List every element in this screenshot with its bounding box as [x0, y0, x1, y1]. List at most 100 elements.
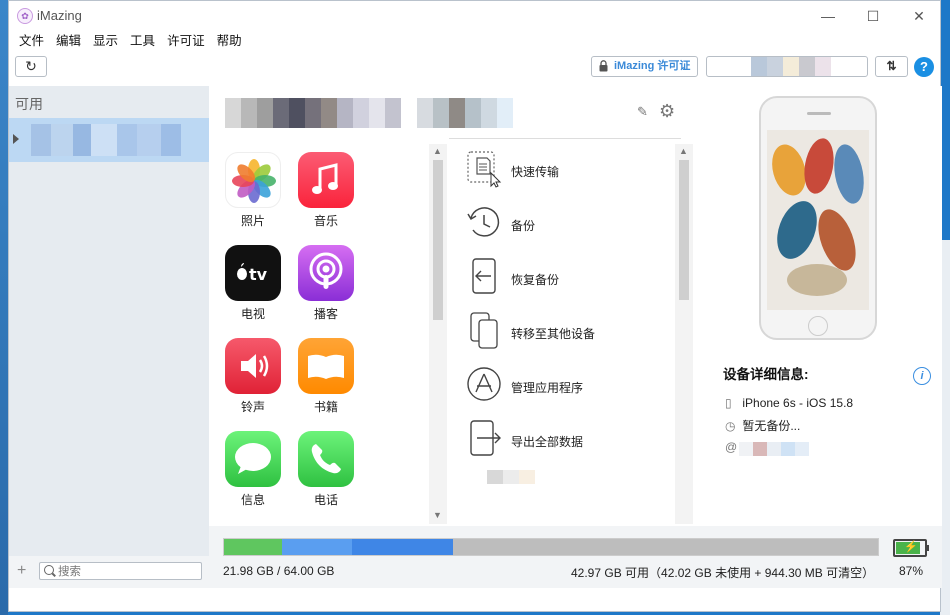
- redacted-action-item[interactable]: [465, 470, 673, 500]
- app-tv[interactable]: tv 电视: [221, 245, 285, 322]
- minimize-button[interactable]: —: [813, 5, 843, 27]
- sidebar-heading: 可用: [15, 96, 43, 112]
- charging-bolt-icon: ⚡: [904, 541, 918, 553]
- action-label: 快速传输: [511, 165, 560, 179]
- messages-icon: [225, 431, 281, 487]
- action-export-data[interactable]: 导出全部数据: [465, 414, 673, 468]
- settings-gear-icon[interactable]: ⚙: [659, 101, 675, 122]
- action-label: 备份: [511, 219, 536, 233]
- sidebar-footer: +: [9, 556, 209, 588]
- transfer-device-icon: [470, 312, 498, 349]
- action-label: 恢复备份: [511, 273, 560, 287]
- storage-free: 42.97 GB 可用（42.02 GB 未使用 + 944.30 MB 可清空…: [571, 566, 875, 580]
- scroll-down-arrow-icon[interactable]: ▼: [433, 510, 442, 520]
- app-label: 播客: [313, 307, 338, 321]
- info-icon[interactable]: i: [913, 367, 931, 385]
- device-details-title: 设备详细信息:: [723, 367, 809, 382]
- add-device-button[interactable]: +: [17, 562, 26, 580]
- photos-icon: [225, 152, 281, 208]
- battery-icon: ⚡: [893, 539, 929, 557]
- storage-used: 21.98 GB / 64.00 GB: [223, 564, 335, 578]
- app-ringtones[interactable]: 铃声: [221, 338, 285, 415]
- menu-view[interactable]: 显示: [87, 31, 124, 51]
- app-label: 书籍: [313, 400, 338, 414]
- menu-bar: 文件 编辑 显示 工具 许可证 帮助: [13, 31, 248, 51]
- music-icon: [298, 152, 354, 208]
- app-label: 信息: [240, 493, 265, 507]
- redacted-device-id: [417, 98, 513, 128]
- redacted-toolbar-button[interactable]: [706, 56, 868, 77]
- lock-icon: [599, 60, 608, 72]
- search-input[interactable]: [56, 563, 200, 581]
- app-phone[interactable]: 电话: [294, 431, 358, 508]
- backup-status-row: ◷ 暂无备份...: [725, 417, 800, 434]
- menu-tools[interactable]: 工具: [124, 31, 161, 51]
- storage-segment: [452, 539, 878, 555]
- maximize-button[interactable]: ☐: [858, 5, 888, 27]
- title-bar: ✿ iMazing — ☐ ✕: [9, 1, 940, 31]
- device-model: iPhone 6s - iOS 15.8: [742, 396, 854, 410]
- close-button[interactable]: ✕: [904, 5, 934, 27]
- menu-file[interactable]: 文件: [13, 31, 50, 51]
- app-label: 音乐: [313, 214, 338, 228]
- action-transfer-device[interactable]: 转移至其他设备: [465, 306, 673, 360]
- quick-transfer-icon: [467, 151, 502, 188]
- action-manage-apps[interactable]: 管理应用程序: [465, 360, 673, 414]
- refresh-icon: ↻: [25, 58, 37, 74]
- app-label: 铃声: [240, 400, 265, 414]
- action-quick-transfer[interactable]: 快速传输: [465, 144, 673, 198]
- license-label: iMazing 许可证: [614, 60, 691, 72]
- sort-button[interactable]: ⇅: [875, 56, 908, 77]
- scrollbar-thumb[interactable]: [679, 160, 689, 300]
- action-backup[interactable]: 备份: [465, 198, 673, 252]
- scroll-up-arrow-icon[interactable]: ▲: [433, 146, 442, 156]
- help-button[interactable]: ?: [914, 57, 934, 77]
- app-label: 电话: [313, 493, 338, 507]
- app-books[interactable]: 书籍: [294, 338, 358, 415]
- books-icon: [298, 338, 354, 394]
- app-messages[interactable]: 信息: [221, 431, 285, 508]
- app-photos[interactable]: 照片: [221, 152, 285, 229]
- search-icon: [44, 565, 54, 575]
- actions-scrollbar[interactable]: ▲: [675, 144, 693, 524]
- device-main-panel: ✎ ⚙ 照片 音乐 tv 电视 播客 铃声 书籍 信息 电话 ▲ ▼ 快速传输 …: [209, 86, 693, 526]
- storage-footer: 21.98 GB / 64.00 GB 42.97 GB 可用（42.02 GB…: [209, 526, 942, 588]
- apple-id-row: @: [725, 438, 809, 456]
- search-field[interactable]: [39, 562, 202, 581]
- scroll-up-arrow-icon[interactable]: ▲: [679, 146, 688, 156]
- apps-scrollbar[interactable]: ▲ ▼: [429, 144, 447, 524]
- export-data-icon: [470, 420, 501, 456]
- app-label: 照片: [240, 214, 265, 228]
- redacted-apple-id: [739, 442, 809, 456]
- ringtones-icon: [225, 338, 281, 394]
- action-restore-backup[interactable]: 恢复备份: [465, 252, 673, 306]
- phone-outline-icon: ▯: [725, 396, 732, 410]
- restore-backup-icon: [472, 258, 496, 294]
- menu-help[interactable]: 帮助: [211, 31, 248, 51]
- app-podcasts[interactable]: 播客: [294, 245, 358, 322]
- refresh-button[interactable]: ↻: [15, 56, 47, 77]
- redacted-device-title: [225, 98, 401, 128]
- scrollbar-thumb[interactable]: [433, 160, 443, 320]
- header-divider: [449, 138, 681, 139]
- svg-text:tv: tv: [249, 265, 268, 284]
- device-sidebar: 可用: [9, 86, 209, 556]
- sidebar-device-item[interactable]: [9, 118, 209, 162]
- desktop-background: [0, 0, 8, 615]
- menu-license[interactable]: 许可证: [161, 31, 211, 51]
- action-label: 导出全部数据: [511, 435, 584, 449]
- backup-status: 暂无备份...: [742, 419, 801, 433]
- menu-edit[interactable]: 编辑: [50, 31, 87, 51]
- imazing-logo-icon: ✿: [17, 8, 33, 24]
- email-at-icon: @: [725, 440, 738, 454]
- license-button[interactable]: iMazing 许可证: [591, 56, 698, 77]
- podcasts-icon: [298, 245, 354, 301]
- battery-tip: [926, 545, 929, 551]
- device-model-row: ▯ iPhone 6s - iOS 15.8: [725, 396, 853, 410]
- app-music[interactable]: 音乐: [294, 152, 358, 229]
- imazing-window: ✿ iMazing — ☐ ✕ 文件 编辑 显示 工具 许可证 帮助 ↻ iMa…: [8, 0, 942, 612]
- edit-pencil-icon[interactable]: ✎: [637, 104, 648, 120]
- tv-icon: tv: [225, 245, 281, 301]
- action-label: 管理应用程序: [511, 381, 584, 395]
- expand-arrow-icon[interactable]: [13, 134, 19, 144]
